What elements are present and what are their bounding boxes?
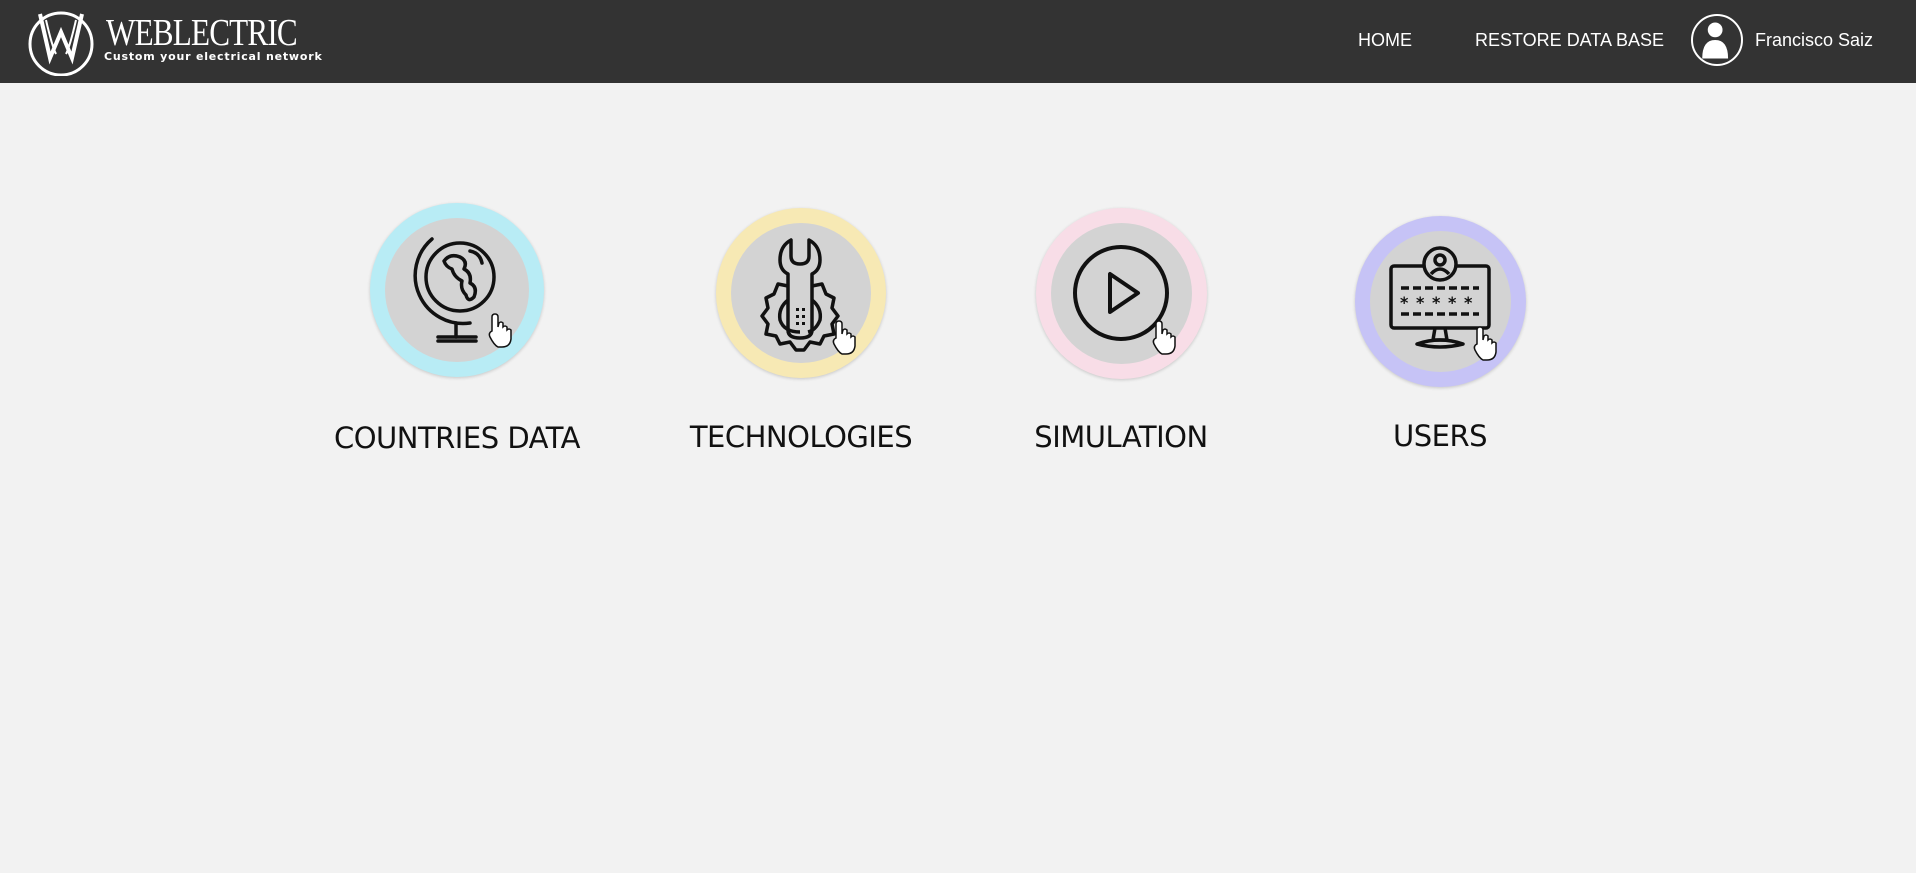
svg-text:*: * [1416, 293, 1425, 312]
tile-label: USERS [1392, 419, 1488, 453]
user-name[interactable]: Francisco Saiz [1755, 30, 1873, 51]
tile-ring [370, 203, 544, 377]
brand-logo[interactable]: WEBLECTRIC Custom your electrical networ… [26, 6, 322, 76]
tile-users[interactable]: * * * * * USERS [1355, 216, 1526, 453]
tile-ring [1036, 208, 1207, 379]
user-avatar[interactable] [1691, 14, 1743, 66]
svg-text:*: * [1464, 293, 1473, 312]
tile-ring: * * * * * [1355, 216, 1526, 387]
svg-text:*: * [1448, 293, 1457, 312]
tile-simulation[interactable]: SIMULATION [1034, 208, 1208, 454]
tile-label: TECHNOLOGIES [689, 420, 913, 454]
globe-icon [413, 237, 512, 348]
top-navbar: WEBLECTRIC Custom your electrical networ… [0, 0, 1916, 83]
weblectric-logo-icon [28, 11, 94, 76]
tile-ring [716, 208, 886, 378]
svg-text:*: * [1432, 293, 1441, 312]
user-silhouette-icon [1702, 22, 1729, 59]
svg-text:*: * [1400, 293, 1409, 312]
tile-countries-data[interactable]: COUNTRIES DATA [334, 203, 581, 455]
nav-home-link[interactable]: HOME [1358, 30, 1412, 51]
brand-tagline: Custom your electrical network [104, 50, 323, 63]
tile-label: COUNTRIES DATA [333, 421, 581, 455]
monitor-password-icon: * * * * * [1389, 246, 1497, 361]
nav-restore-database-link[interactable]: RESTORE DATA BASE [1475, 30, 1664, 51]
tile-technologies[interactable]: TECHNOLOGIES [690, 208, 913, 454]
brand-name: WEBLECTRIC [106, 12, 298, 54]
wrench-gear-icon [760, 238, 856, 355]
play-icon [1073, 245, 1176, 355]
tile-label: SIMULATION [1034, 420, 1208, 454]
